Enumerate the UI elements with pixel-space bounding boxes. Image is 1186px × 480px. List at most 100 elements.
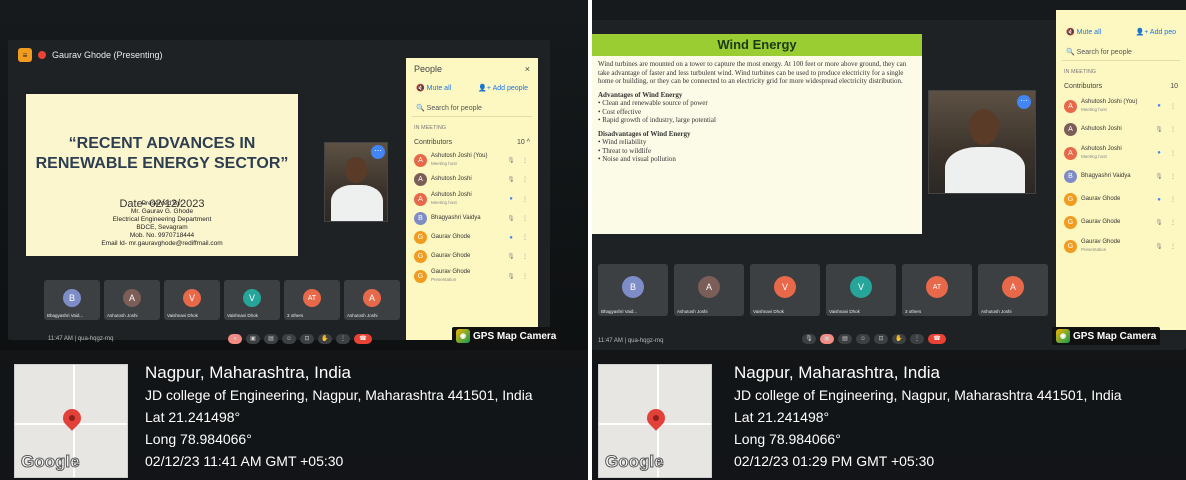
participant-tile[interactable]: V Vaishnavi Dhok — [164, 280, 220, 320]
participant-tile[interactable]: A Ashutosh Joshi — [104, 280, 160, 320]
participant-tile[interactable]: A Ashutosh Joshi — [674, 264, 744, 316]
kebab-icon[interactable]: ⋮ — [1168, 173, 1178, 180]
presenter-video: ⋯ — [928, 90, 1036, 194]
avatar: V — [850, 276, 872, 298]
captions-button[interactable]: ▤ — [838, 334, 852, 344]
advantage-item: • Clean and renewable source of power — [598, 99, 708, 107]
monitor-screen: Wind Energy Wind turbines are mounted on… — [592, 10, 1186, 350]
leave-call-button[interactable]: ☎ — [928, 334, 946, 344]
participant-tile[interactable]: V Vaishnavi Dhok — [826, 264, 896, 316]
emoji-button[interactable]: ☺ — [282, 334, 296, 344]
more-button[interactable]: ⋮ — [910, 334, 924, 344]
participant-name: Gaurav Ghode — [431, 269, 471, 275]
kebab-icon[interactable]: ⋮ — [1168, 196, 1178, 203]
mute-all-button[interactable]: 🔇 Mute all — [416, 84, 451, 92]
mic-off-icon: 🎙 — [507, 216, 515, 222]
kebab-icon[interactable]: ⋮ — [1168, 103, 1178, 110]
participant-tile[interactable]: B Bhagyashri Vaid... — [44, 280, 100, 320]
slide-title: “RECENT ADVANCES IN RENEWABLE ENERGY SEC… — [26, 134, 298, 174]
mic-button[interactable]: ● — [228, 334, 242, 344]
participant-tile[interactable]: B Bhagyashri Vaid... — [598, 264, 668, 316]
leave-call-button[interactable]: ☎ — [354, 334, 372, 344]
more-button[interactable]: ⋮ — [336, 334, 350, 344]
contributors-count-value: 10 — [516, 139, 525, 146]
presenter-block: Presented By: Mr. Gaurav G. Ghode Electr… — [26, 200, 298, 248]
captions-button[interactable]: ▤ — [264, 334, 278, 344]
meet-controls: ● ▣ ▤ ☺ ⊡ ✋ ⋮ ☎ — [228, 334, 372, 344]
camera-button[interactable]: ▣ — [820, 334, 834, 344]
participant-row[interactable]: A Ashutosh Joshi 🎙 ⋮ — [1056, 118, 1186, 141]
camera-button[interactable]: ▣ — [246, 334, 260, 344]
kebab-icon[interactable]: ⋮ — [520, 176, 530, 183]
mute-all-button[interactable]: 🔇 Mute all — [1066, 28, 1101, 36]
participant-tile[interactable]: AT 3 others — [902, 264, 972, 316]
kebab-icon[interactable]: ⋮ — [520, 196, 530, 203]
participant-row[interactable]: G Gaurav Ghode ● ⋮ — [1056, 188, 1186, 211]
kebab-icon[interactable]: ⋮ — [520, 253, 530, 260]
participant-row[interactable]: B Bhagyashri Vaidya 🎙 ⋮ — [406, 209, 538, 228]
avatar: AT — [303, 289, 321, 307]
participant-row[interactable]: G Gaurav Ghode ● ⋮ — [406, 228, 538, 247]
participant-row[interactable]: A Ashutosh Joshi 🎙 ⋮ — [406, 170, 538, 189]
close-icon[interactable]: × — [525, 64, 530, 74]
present-button[interactable]: ⊡ — [874, 334, 888, 344]
participant-row[interactable]: A Ashutosh Joshi (You) Meeting host 🎙 ⋮ — [406, 150, 538, 170]
participant-tile[interactable]: AT 3 others — [284, 280, 340, 320]
add-people-button[interactable]: 👤+ Add people — [478, 84, 528, 92]
tile-name: Vaishnavi Dhok — [753, 309, 784, 314]
participant-row[interactable]: G Gaurav Ghode 🎙 ⋮ — [406, 247, 538, 266]
more-options-icon[interactable]: ⋯ — [1017, 95, 1031, 109]
add-people-button[interactable]: 👤+ Add peo — [1136, 28, 1176, 36]
gps-lat: Lat 21.241498° — [734, 409, 830, 425]
kebab-icon[interactable]: ⋮ — [520, 215, 530, 222]
avatar: V — [774, 276, 796, 298]
search-placeholder: Search for people — [1076, 49, 1132, 56]
present-button[interactable]: ⊡ — [300, 334, 314, 344]
participant-name: Ashutosh Joshi (You) — [431, 153, 488, 159]
kebab-icon[interactable]: ⋮ — [1168, 243, 1178, 250]
mute-all-label: Mute all — [1076, 29, 1102, 36]
contributors-header[interactable]: Contributors 10 ^ — [406, 135, 538, 150]
tile-name: Bhagyashri Vaid... — [601, 309, 638, 314]
participant-row[interactable]: A Ashutosh Joshi (You) Meeting host ● ⋮ — [1056, 94, 1186, 118]
gps-camera-icon: ◉ — [1056, 329, 1070, 343]
participant-row[interactable]: G Gaurav Ghode 🎙 ⋮ — [1056, 211, 1186, 234]
mic-button[interactable]: 🎙 — [802, 334, 816, 344]
participant-row[interactable]: A Ashutosh Joshi Meeting host ● ⋮ — [1056, 141, 1186, 165]
participant-row[interactable]: G Gaurav Ghode Presentation 🎙 ⋮ — [1056, 234, 1186, 258]
participant-tile[interactable]: A Ashutosh Joshi — [344, 280, 400, 320]
contributors-count: 10 ^ — [516, 139, 530, 146]
raise-hand-button[interactable]: ✋ — [318, 334, 332, 344]
presenter-mobile: Mob. No. 9970718444 — [129, 232, 195, 239]
mic-off-icon: 🎙 — [507, 273, 515, 280]
participant-row[interactable]: G Gaurav Ghode Presentation 🎙 ⋮ — [406, 266, 538, 286]
raise-hand-button[interactable]: ✋ — [892, 334, 906, 344]
gps-badge-label: GPS Map Camera — [1073, 330, 1157, 342]
search-people-input[interactable]: 🔍 Search for people — [1062, 44, 1180, 61]
kebab-icon[interactable]: ⋮ — [520, 157, 530, 164]
avatar: A — [414, 173, 427, 186]
gps-text: Nagpur, Maharashtra, India JD college of… — [145, 362, 533, 472]
kebab-icon[interactable]: ⋮ — [520, 273, 530, 280]
tile-name: Vaishnavi Dhok — [167, 313, 198, 318]
participant-tile[interactable]: V Vaishnavi Dhok — [224, 280, 280, 320]
participant-row[interactable]: A Ashutosh Joshi Meeting host ● ⋮ — [406, 189, 538, 209]
mic-off-icon: 🎙 — [507, 254, 515, 260]
search-people-input[interactable]: 🔍 Search for people — [412, 100, 532, 117]
participant-tile[interactable]: V Vaishnavi Dhok — [750, 264, 820, 316]
in-meeting-label: IN MEETING — [414, 125, 447, 131]
more-options-icon[interactable]: ⋯ — [371, 145, 385, 159]
disadvantage-text: Wind reliability — [602, 138, 647, 146]
map-thumbnail: Google — [14, 364, 128, 478]
kebab-icon[interactable]: ⋮ — [1168, 219, 1178, 226]
participant-row[interactable]: B Bhagyashri Vaidya 🎙 ⋮ — [1056, 165, 1186, 188]
contributors-header[interactable]: Contributors 10 — [1056, 79, 1186, 94]
emoji-button[interactable]: ☺ — [856, 334, 870, 344]
participant-role: Presentation — [1081, 247, 1107, 252]
avatar: B — [414, 212, 427, 225]
kebab-icon[interactable]: ⋮ — [1168, 150, 1178, 157]
participant-tile[interactable]: A Ashutosh Joshi — [978, 264, 1048, 316]
advantage-text: Cost effective — [602, 107, 642, 116]
kebab-icon[interactable]: ⋮ — [1168, 126, 1178, 133]
kebab-icon[interactable]: ⋮ — [520, 234, 530, 241]
